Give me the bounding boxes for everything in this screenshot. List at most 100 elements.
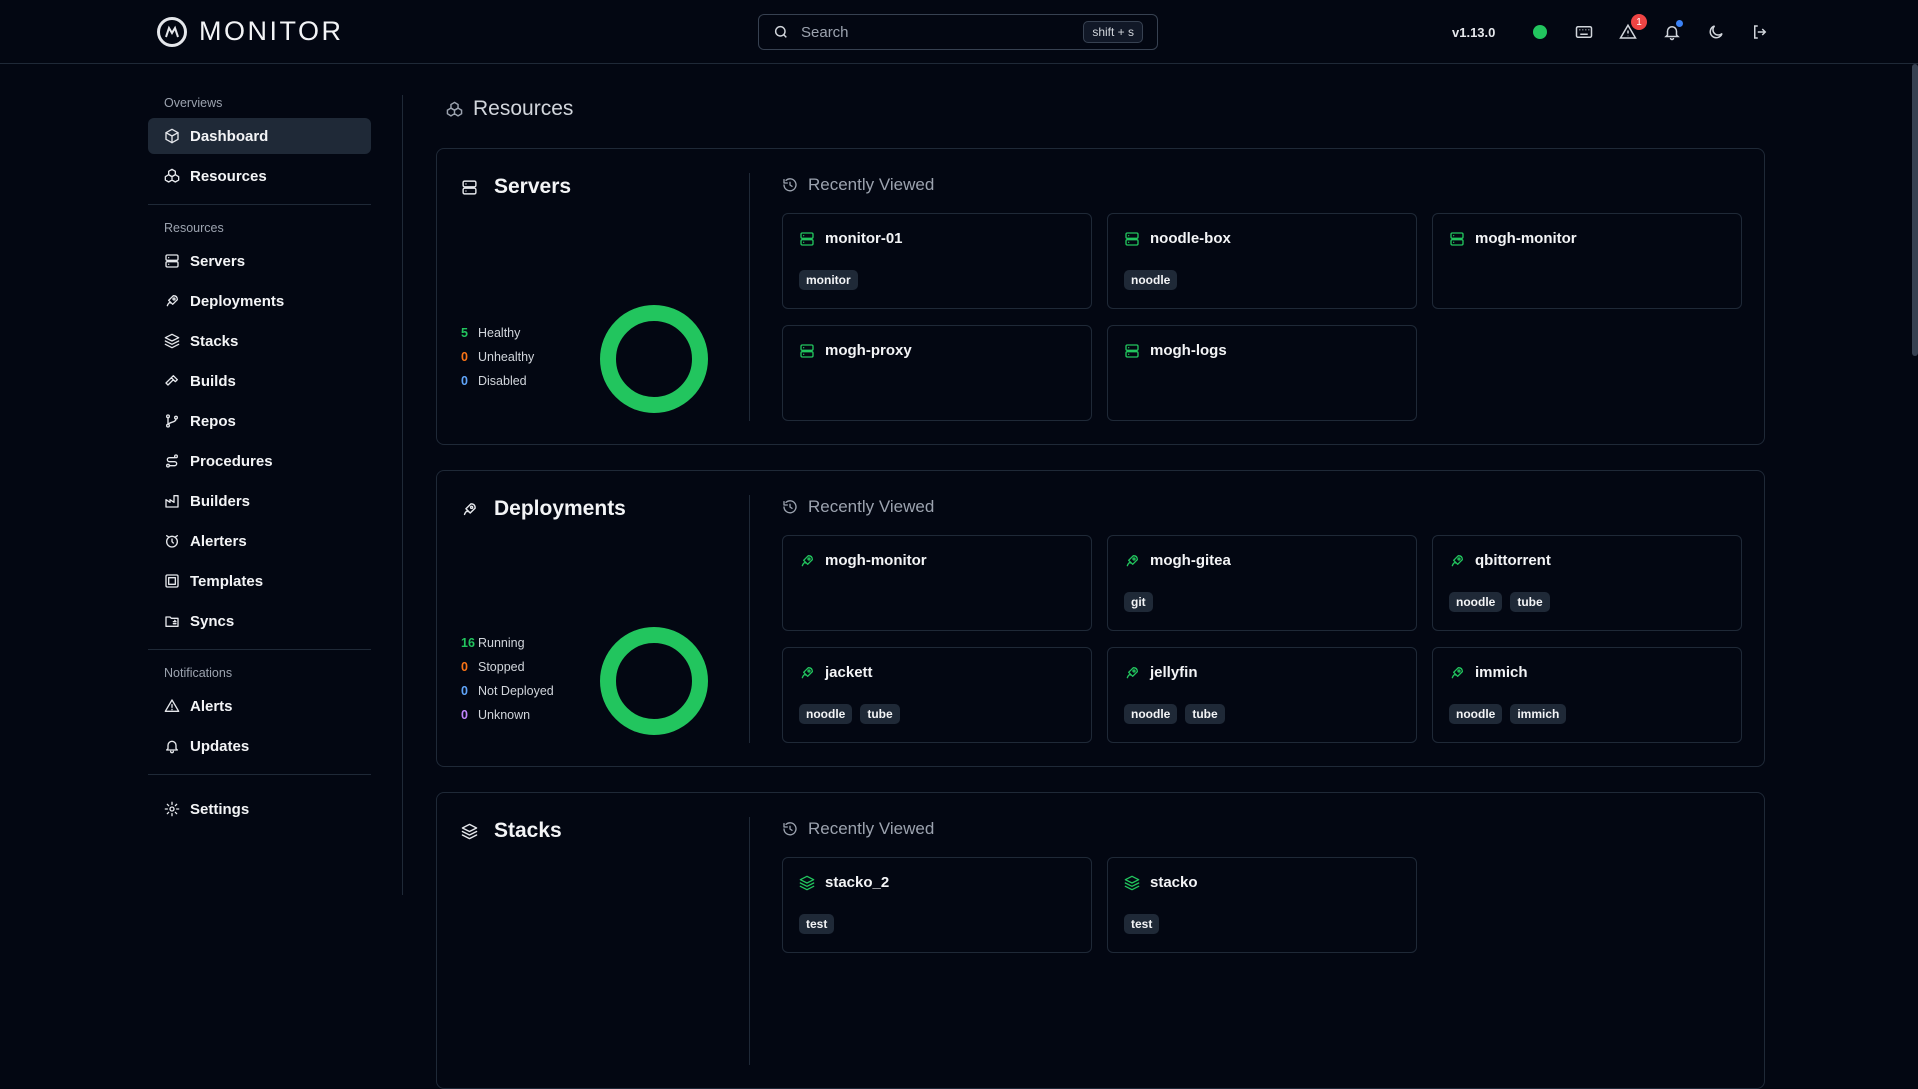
history-icon bbox=[783, 178, 797, 192]
resource-card[interactable]: stacko_2 test bbox=[782, 857, 1092, 953]
sidebar-item-templates[interactable]: Templates bbox=[148, 563, 371, 599]
card-name: monitor-01 bbox=[825, 230, 903, 247]
box-icon bbox=[165, 128, 179, 144]
tag-badge[interactable]: noodle bbox=[1124, 270, 1178, 290]
tag-badge[interactable]: immich bbox=[1510, 704, 1567, 724]
sidebar-item-alerts[interactable]: Alerts bbox=[148, 688, 371, 724]
card-name: qbittorrent bbox=[1475, 552, 1551, 569]
status-count: 0 bbox=[461, 708, 468, 722]
tag-badge[interactable]: monitor bbox=[799, 270, 858, 290]
sidebar-item-alerters[interactable]: Alerters bbox=[148, 523, 371, 559]
sidebar-item-label: Alerters bbox=[190, 532, 247, 550]
status-row: 0 Disabled bbox=[461, 369, 534, 393]
status-label: Unknown bbox=[478, 708, 531, 722]
sidebar-item-dashboard[interactable]: Dashboard bbox=[148, 118, 371, 154]
logout-button[interactable] bbox=[1738, 18, 1782, 46]
status-row: 16 Running bbox=[461, 631, 554, 655]
version-label: v1.13.0 bbox=[1452, 24, 1496, 40]
tag-badge[interactable]: noodle bbox=[799, 704, 853, 724]
recently-viewed-header: Recently Viewed bbox=[782, 819, 934, 839]
section-title: Stacks bbox=[461, 819, 562, 843]
sidebar-divider bbox=[402, 95, 403, 895]
card-title: jackett bbox=[799, 664, 873, 681]
sidebar-item-procedures[interactable]: Procedures bbox=[148, 443, 371, 479]
resource-card[interactable]: monitor-01 monitor bbox=[782, 213, 1092, 309]
resource-card[interactable]: mogh-gitea git bbox=[1107, 535, 1417, 631]
alarm-icon bbox=[166, 535, 178, 548]
tag-badge[interactable]: test bbox=[1124, 914, 1160, 934]
layers-icon bbox=[799, 875, 815, 890]
sidebar-item-syncs[interactable]: Syncs bbox=[148, 603, 371, 639]
sidebar-item-servers[interactable]: Servers bbox=[148, 243, 371, 279]
keyboard-shortcuts-button[interactable] bbox=[1562, 18, 1606, 46]
search-placeholder: Search bbox=[801, 23, 849, 41]
tag-badge[interactable]: tube bbox=[1510, 592, 1550, 612]
logout-icon bbox=[1754, 25, 1767, 39]
resource-card[interactable]: mogh-logs bbox=[1107, 325, 1417, 421]
card-title: mogh-monitor bbox=[799, 552, 927, 569]
resource-card[interactable]: immich noodle immich bbox=[1432, 647, 1742, 743]
card-name: noodle-box bbox=[1150, 230, 1231, 247]
sidebar-item-stacks[interactable]: Stacks bbox=[148, 323, 371, 359]
resource-card[interactable]: qbittorrent noodle tube bbox=[1432, 535, 1742, 631]
resource-card[interactable]: mogh-monitor bbox=[782, 535, 1092, 631]
search-input[interactable]: Search shift + s bbox=[758, 14, 1158, 50]
section-divider bbox=[749, 173, 750, 421]
status-count: 5 bbox=[461, 326, 468, 340]
sidebar-item-settings[interactable]: Settings bbox=[148, 791, 371, 827]
factory-icon bbox=[165, 495, 179, 508]
tag-badge[interactable]: tube bbox=[860, 704, 900, 724]
card-name: stacko bbox=[1150, 874, 1198, 891]
sidebar-item-deployments[interactable]: Deployments bbox=[148, 283, 371, 319]
tag-badge[interactable]: noodle bbox=[1449, 704, 1503, 724]
boxes-icon bbox=[446, 101, 463, 117]
resource-card[interactable]: mogh-monitor bbox=[1432, 213, 1742, 309]
sidebar-item-builds[interactable]: Builds bbox=[148, 363, 371, 399]
card-title: jellyfin bbox=[1124, 664, 1198, 681]
boxes-icon bbox=[164, 168, 180, 183]
layers-icon bbox=[1124, 875, 1140, 890]
rocket-icon bbox=[801, 666, 813, 678]
tag-badge[interactable]: noodle bbox=[1124, 704, 1178, 724]
sidebar-item-builders[interactable]: Builders bbox=[148, 483, 371, 519]
history-icon bbox=[783, 822, 797, 836]
notifications-button[interactable] bbox=[1650, 18, 1694, 46]
tag-badge[interactable]: noodle bbox=[1449, 592, 1503, 612]
scrollbar[interactable] bbox=[1912, 64, 1918, 356]
resource-card[interactable]: jellyfin noodle tube bbox=[1107, 647, 1417, 743]
page-title-text: Resources bbox=[473, 97, 574, 120]
sidebar-item-repos[interactable]: Repos bbox=[148, 403, 371, 439]
card-tags: noodle immich bbox=[1449, 704, 1567, 724]
section-title-text: Deployments bbox=[494, 497, 626, 520]
sidebar-group-label: Resources bbox=[164, 221, 224, 235]
sidebar-item-updates[interactable]: Updates bbox=[148, 728, 371, 764]
sidebar-item-resources[interactable]: Resources bbox=[148, 158, 371, 194]
keyboard-icon bbox=[1575, 26, 1593, 38]
theme-toggle-button[interactable] bbox=[1694, 18, 1738, 46]
resource-card[interactable]: noodle-box noodle bbox=[1107, 213, 1417, 309]
status-count: 0 bbox=[461, 684, 468, 698]
recently-viewed-header: Recently Viewed bbox=[782, 175, 934, 195]
app-logo[interactable]: MONITOR bbox=[157, 16, 344, 47]
alerts-button[interactable]: 1 bbox=[1606, 14, 1650, 46]
sidebar-item-label: Templates bbox=[190, 572, 264, 590]
rocket-icon bbox=[801, 554, 813, 566]
alert-triangle-icon bbox=[164, 699, 180, 712]
card-name: mogh-logs bbox=[1150, 342, 1227, 359]
recently-viewed-label: Recently Viewed bbox=[808, 175, 935, 194]
rocket-icon bbox=[463, 502, 476, 515]
search-icon bbox=[773, 24, 789, 40]
tag-badge[interactable]: test bbox=[799, 914, 835, 934]
sidebar-item-label: Builders bbox=[190, 492, 251, 510]
status-indicator[interactable] bbox=[1518, 18, 1562, 46]
sidebar-group-label: Notifications bbox=[164, 666, 233, 680]
moon-icon bbox=[1709, 25, 1723, 39]
resource-card[interactable]: jackett noodle tube bbox=[782, 647, 1092, 743]
tag-badge[interactable]: git bbox=[1124, 592, 1153, 612]
resource-card[interactable]: stacko test bbox=[1107, 857, 1417, 953]
status-count: 0 bbox=[461, 374, 468, 388]
section-title-text: Servers bbox=[494, 175, 572, 198]
tag-badge[interactable]: tube bbox=[1185, 704, 1225, 724]
card-name: mogh-monitor bbox=[825, 552, 927, 569]
resource-card[interactable]: mogh-proxy bbox=[782, 325, 1092, 421]
